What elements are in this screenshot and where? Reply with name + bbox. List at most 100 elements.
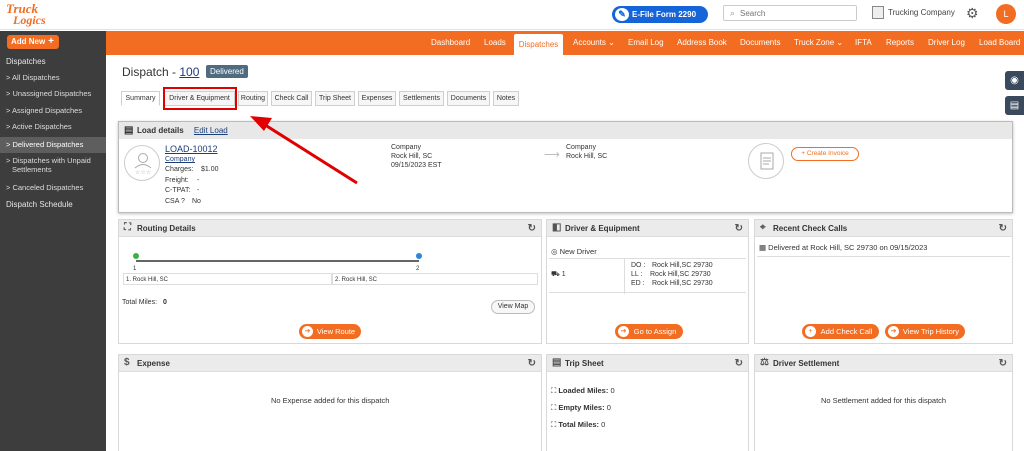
location-icon: ⌖ <box>760 222 766 233</box>
page-title: Dispatch - 100 <box>122 65 199 79</box>
svg-text:☆☆☆: ☆☆☆ <box>135 169 151 176</box>
view-trip-history-button[interactable]: ➔ View Trip History <box>885 324 965 339</box>
refresh-icon[interactable]: ↻ <box>999 355 1007 372</box>
nav-truck-zone[interactable]: Truck Zone ⌄ <box>794 31 843 55</box>
tab-expenses[interactable]: Expenses <box>358 91 396 106</box>
efile-2290-button[interactable]: ✎ E-File Form 2290 Now <box>612 6 708 36</box>
nav-address-book[interactable]: Address Book <box>677 31 727 55</box>
main-nav: Dashboard Loads Dispatches Accounts ⌄ Em… <box>106 31 1024 55</box>
driver-header: ◧ Driver & Equipment ↻ <box>547 220 748 237</box>
nav-ifta[interactable]: IFTA <box>855 31 872 55</box>
edit-load-link[interactable]: Edit Load <box>194 126 228 135</box>
nav-accounts[interactable]: Accounts ⌄ <box>573 31 615 55</box>
add-new-button[interactable]: Add New + <box>7 35 59 49</box>
steering-wheel-icon: ◎ <box>551 247 560 256</box>
freight-value: - <box>197 177 200 184</box>
refresh-icon[interactable]: ↻ <box>528 220 536 237</box>
nav-email-log[interactable]: Email Log <box>628 31 664 55</box>
sidebar-section-title: Dispatches <box>6 57 46 66</box>
settlement-icon: ⚖ <box>760 357 769 368</box>
sidebar-item-unassigned-dispatches[interactable]: > Unassigned Dispatches <box>0 89 106 101</box>
sidebar-item-active-dispatches[interactable]: > Active Dispatches <box>0 122 106 134</box>
ctpat-label: C-TPAT: <box>165 187 191 194</box>
nav-loads[interactable]: Loads <box>484 31 506 55</box>
sidebar: Add New + Dispatches > All Dispatches > … <box>0 31 106 451</box>
tab-trip-sheet[interactable]: Trip Sheet <box>315 91 355 106</box>
sidebar-item-assigned-dispatches[interactable]: > Assigned Dispatches <box>0 106 106 118</box>
view-route-button[interactable]: ➔ View Route <box>299 324 361 339</box>
charges-value: $1.00 <box>201 166 219 173</box>
empty-miles-label: Empty Miles: <box>558 403 605 412</box>
driver-settlement-card: ⚖ Driver Settlement ↻ No Settlement adde… <box>754 354 1013 451</box>
sidebar-item-all-dispatches[interactable]: > All Dispatches <box>0 73 106 85</box>
nav-documents[interactable]: Documents <box>740 31 780 55</box>
load-details-card: ▤ Load details Edit Load ☆☆☆ LOAD-10012 … <box>118 121 1013 213</box>
loaded-miles-label: Loaded Miles: <box>558 386 609 395</box>
tab-check-call[interactable]: Check Call <box>271 91 312 106</box>
stop-2-pin-icon <box>416 253 422 259</box>
refresh-icon[interactable]: ↻ <box>999 220 1007 237</box>
arrow-right-icon: ⟶ <box>544 149 560 161</box>
refresh-icon[interactable]: ↻ <box>528 355 536 372</box>
nav-load-board[interactable]: Load Board <box>979 31 1020 55</box>
freight-label: Freight: <box>165 177 189 184</box>
notes-icon[interactable]: ▤ <box>1005 96 1024 115</box>
add-check-call-button[interactable]: + Add Check Call <box>802 324 879 339</box>
driver-equipment-card: ◧ Driver & Equipment ↻ ◎ New Driver ⛟ 1 … <box>546 219 749 344</box>
settlement-header: ⚖ Driver Settlement ↻ <box>755 355 1012 372</box>
nav-dispatches[interactable]: Dispatches <box>514 34 563 55</box>
create-invoice-button[interactable]: + Create Invoice <box>791 147 859 161</box>
tab-summary[interactable]: Summary <box>121 91 160 106</box>
nav-driver-log[interactable]: Driver Log <box>928 31 965 55</box>
sidebar-item-delivered-dispatches[interactable]: > Delivered Dispatches <box>0 137 106 153</box>
charges-label: Charges: <box>165 166 194 173</box>
tab-settlements[interactable]: Settlements <box>399 91 444 106</box>
building-icon <box>872 6 884 19</box>
tab-routing[interactable]: Routing <box>238 91 268 106</box>
tab-documents[interactable]: Documents <box>447 91 490 106</box>
user-avatar[interactable]: L <box>996 4 1016 24</box>
top-bar: Truck Logics ✎ E-File Form 2290 Now ⌕ Tr… <box>0 0 1024 36</box>
efile-icon: ✎ <box>615 8 629 21</box>
refresh-icon[interactable]: ↻ <box>735 220 743 237</box>
new-driver-label: New Driver <box>559 247 597 256</box>
stop-1-pin-icon <box>133 253 139 259</box>
gear-icon[interactable]: ⚙ <box>966 6 979 20</box>
truck-number: 1 <box>561 271 566 278</box>
loaded-miles-value: 0 <box>610 386 615 395</box>
go-to-assign-button[interactable]: ➔ Go to Assign <box>615 324 683 339</box>
ll-label: LL : <box>631 271 643 278</box>
nav-dashboard[interactable]: Dashboard <box>431 31 470 55</box>
settlement-title: Driver Settlement <box>773 359 840 368</box>
refresh-icon[interactable]: ↻ <box>735 355 743 372</box>
ctpat-value: - <box>197 187 200 194</box>
sidebar-item-label-line2: Settlements <box>12 165 52 174</box>
clipboard-icon: ▤ <box>124 125 134 136</box>
page-title-prefix: Dispatch - <box>122 65 180 79</box>
truck-row: ⛟ 1 <box>551 271 566 279</box>
sidebar-item-canceled-dispatches[interactable]: > Canceled Dispatches <box>0 183 106 195</box>
brand-logo[interactable]: Truck Logics <box>6 2 60 27</box>
search-icon: ⌕ <box>730 8 736 18</box>
status-badge: Delivered <box>206 65 248 78</box>
sidebar-item-label: > Dispatches with Unpaid <box>6 156 91 165</box>
search-input[interactable] <box>740 7 852 19</box>
equipment-row: ⛟ 1 DO : Rock Hill,SC 29730 LL : Rock Hi… <box>549 258 746 294</box>
routing-title: Routing Details <box>137 224 196 233</box>
sidebar-item-unpaid-settlements[interactable]: > Dispatches with Unpaid Settlements <box>0 156 106 178</box>
sidebar-item-dispatch-schedule[interactable]: Dispatch Schedule <box>6 200 73 209</box>
load-details-title: Load details <box>137 126 184 135</box>
company-selector[interactable]: Trucking Company <box>872 6 955 23</box>
route-stop-1: 1. Rock Hill, SC <box>123 273 332 285</box>
nav-reports[interactable]: Reports <box>886 31 914 55</box>
tab-notes[interactable]: Notes <box>493 91 519 106</box>
money-icon: $ <box>124 357 130 368</box>
company-link[interactable]: Company <box>165 156 195 164</box>
arrow-circle-icon: ➔ <box>888 326 899 337</box>
load-id-link[interactable]: LOAD-10012 <box>165 144 218 154</box>
destination-city: Rock Hill, SC <box>566 153 608 160</box>
dispatch-number-link[interactable]: 100 <box>179 65 199 79</box>
check-calls-header: ⌖ Recent Check Calls ↻ <box>755 220 1012 237</box>
view-map-button[interactable]: View Map <box>491 300 535 314</box>
support-icon[interactable]: ◉ <box>1005 71 1024 90</box>
